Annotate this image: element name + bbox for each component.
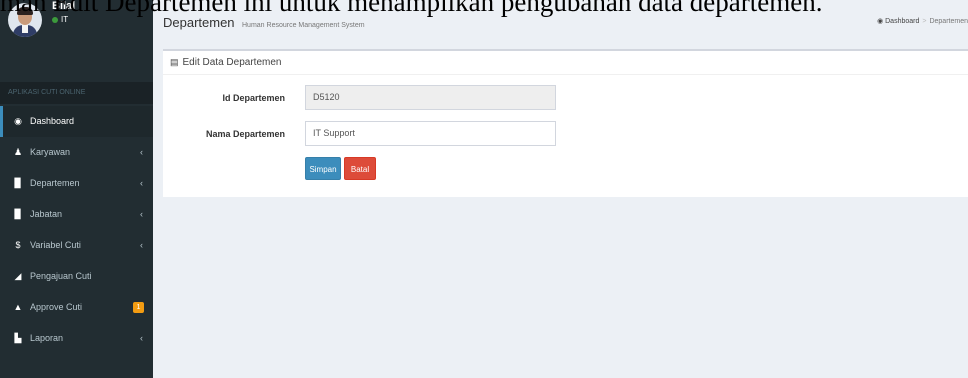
- sidebar-item-laporan[interactable]: ▙ Laporan ‹: [0, 323, 153, 354]
- sidebar-item-label: Karyawan: [30, 147, 71, 157]
- page-subtitle: Human Resource Management System: [242, 22, 365, 29]
- breadcrumb-separator: >: [922, 18, 927, 25]
- chevron-left-icon: ‹: [140, 240, 143, 250]
- form-row-id: Id Departemen D5120: [163, 85, 968, 111]
- chevron-left-icon: ‹: [140, 147, 143, 157]
- form-actions: Simpan Batal: [305, 157, 425, 183]
- chevron-left-icon: ‹: [140, 209, 143, 219]
- document-caption: man Edit Departemen ini untuk menampilka…: [0, 0, 823, 17]
- sidebar-item-label: Variabel Cuti: [30, 240, 81, 250]
- book-icon: ▉: [14, 209, 22, 219]
- file-icon: ▙: [14, 333, 22, 343]
- save-button[interactable]: Simpan: [305, 157, 341, 180]
- breadcrumb-home[interactable]: Dashboard: [885, 18, 919, 25]
- app-window: Bilal IT APLIKASI CUTI ONLINE ◉ Dashboar…: [0, 0, 968, 378]
- form-row-name: Nama Departemen IT Support: [163, 121, 968, 147]
- sidebar-item-label: Departemen: [30, 178, 80, 188]
- tag-icon: ◢: [14, 271, 22, 281]
- book-icon: ▉: [14, 178, 22, 188]
- notification-badge: 1: [133, 302, 144, 313]
- box-header: ▤ Edit Data Departemen: [163, 51, 968, 75]
- id-departemen-field[interactable]: D5120: [305, 85, 556, 110]
- sidebar-item-label: Laporan: [30, 333, 64, 343]
- user-icon: ♟: [13, 147, 23, 157]
- sidebar-item-pengajuan-cuti[interactable]: ◢ Pengajuan Cuti: [0, 261, 153, 292]
- dashboard-icon: ◉: [877, 18, 884, 25]
- lock-icon: ▲: [13, 302, 23, 312]
- sidebar-item-approve-cuti[interactable]: ▲ Approve Cuti 1: [0, 292, 153, 323]
- breadcrumb-current: Departemen: [929, 18, 968, 25]
- cancel-button[interactable]: Batal: [344, 157, 376, 180]
- sidebar-menu: ◉ Dashboard ♟ Karyawan ‹ ▉ Departemen ‹ …: [0, 106, 153, 354]
- sidebar-item-dashboard[interactable]: ◉ Dashboard: [0, 106, 153, 137]
- id-departemen-label: Id Departemen: [222, 93, 285, 103]
- chevron-left-icon: ‹: [140, 333, 143, 343]
- sidebar: Bilal IT APLIKASI CUTI ONLINE ◉ Dashboar…: [0, 0, 153, 378]
- dashboard-icon: ◉: [14, 116, 22, 126]
- nama-departemen-label: Nama Departemen: [205, 129, 285, 139]
- sidebar-item-label: Pengajuan Cuti: [30, 271, 92, 281]
- edit-departemen-box: ▤ Edit Data Departemen Id Departemen D512…: [163, 49, 968, 197]
- sidebar-item-label: Dashboard: [30, 116, 75, 126]
- breadcrumb: ◉ Dashboard > Departemen: [877, 17, 968, 25]
- sidebar-item-variabel-cuti[interactable]: $ Variabel Cuti ‹: [0, 230, 153, 261]
- main-content: Departemen Human Resource Management Sys…: [153, 0, 968, 378]
- sidebar-item-departemen[interactable]: ▉ Departemen ‹: [0, 168, 153, 199]
- sidebar-menu-header: APLIKASI CUTI ONLINE: [0, 82, 153, 104]
- sidebar-item-jabatan[interactable]: ▉ Jabatan ‹: [0, 199, 153, 230]
- nama-departemen-field[interactable]: IT Support: [305, 121, 556, 146]
- dollar-icon: $: [15, 240, 21, 250]
- sidebar-item-karyawan[interactable]: ♟ Karyawan ‹: [0, 137, 153, 168]
- sidebar-item-label: Jabatan: [30, 209, 63, 219]
- sidebar-item-label: Approve Cuti: [30, 302, 83, 312]
- box-title: Edit Data Departemen: [182, 57, 282, 68]
- document-icon: ▤: [170, 57, 179, 67]
- chevron-left-icon: ‹: [140, 178, 143, 188]
